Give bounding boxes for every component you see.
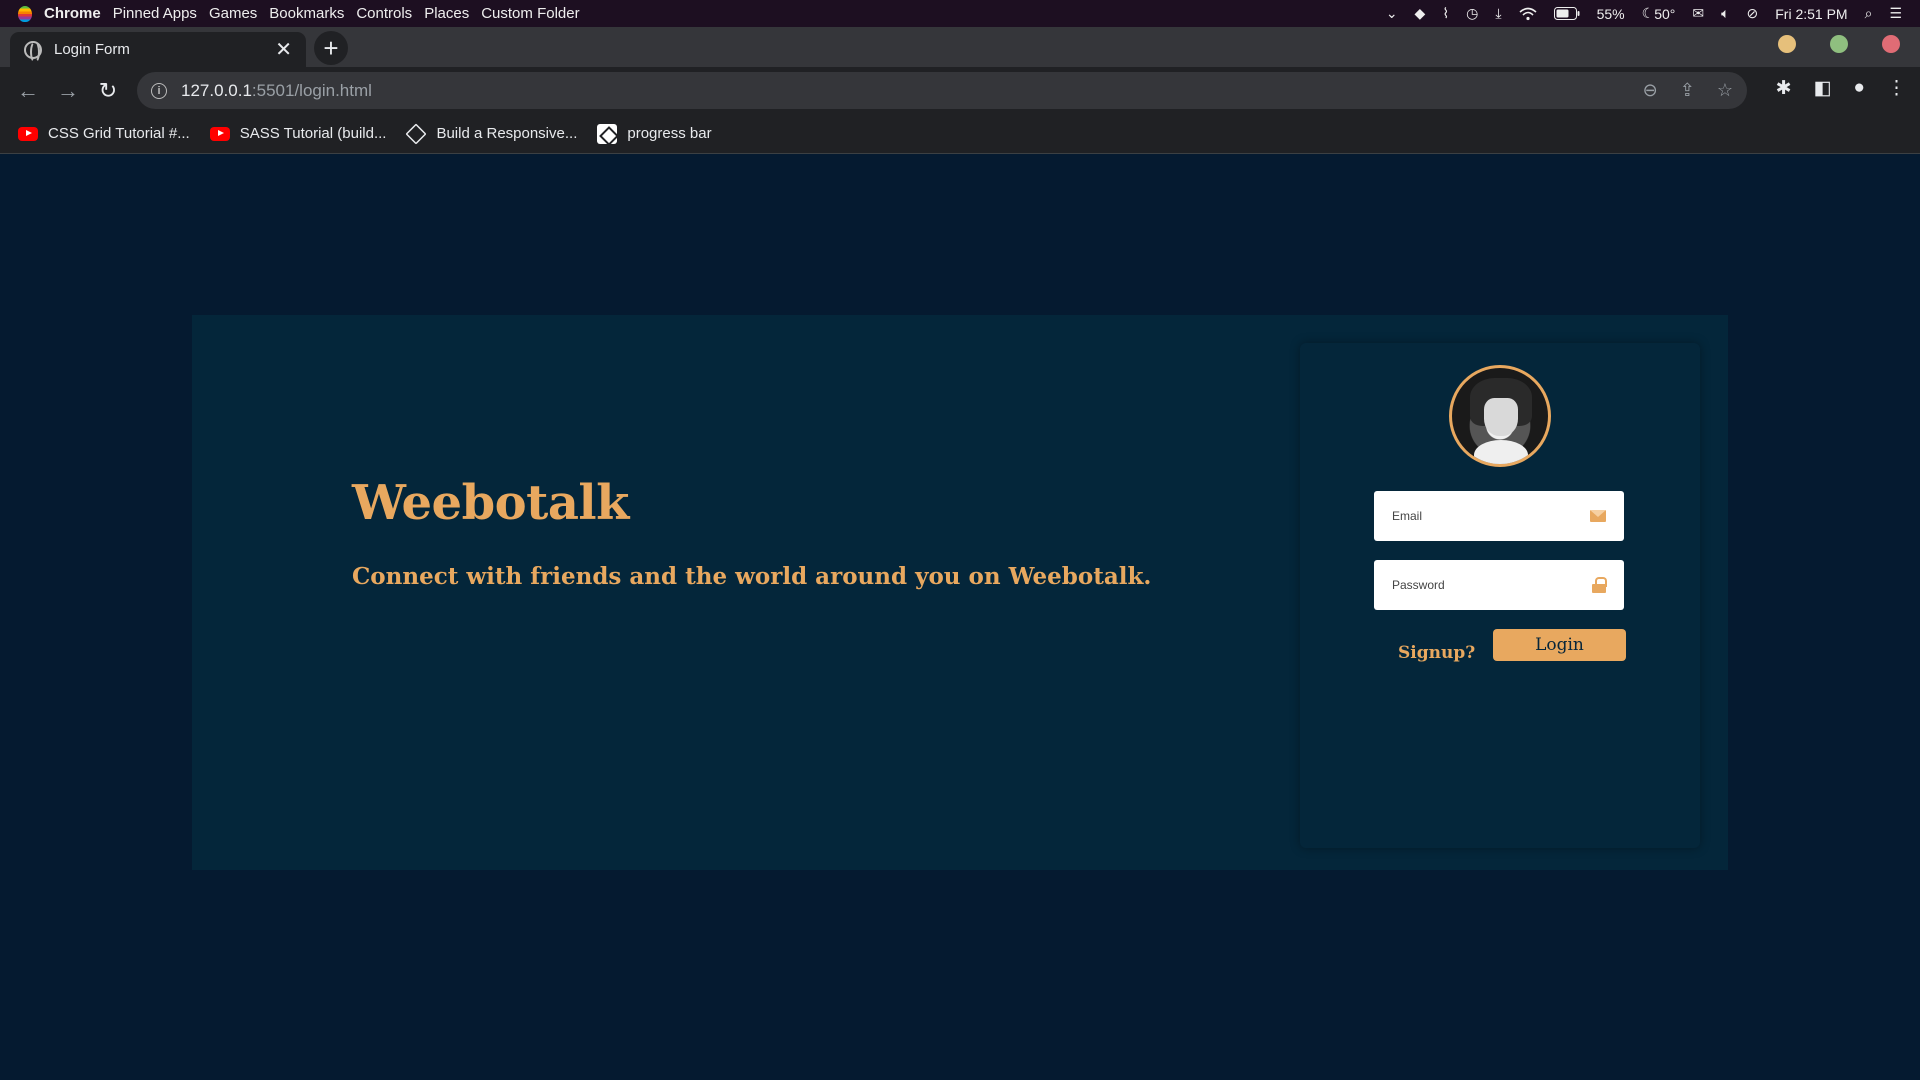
bookmark-label: progress bar: [627, 125, 712, 142]
share-icon[interactable]: ⇪: [1680, 80, 1695, 101]
download-icon[interactable]: ⤓: [1495, 5, 1501, 22]
menubar-item-bookmarks[interactable]: Bookmarks: [269, 5, 344, 22]
history-icon[interactable]: ◷: [1466, 5, 1478, 22]
login-card: Weebotalk Connect with friends and the w…: [192, 315, 1728, 870]
bookmark-label: SASS Tutorial (build...: [239, 125, 387, 142]
back-button[interactable]: ←: [8, 78, 48, 104]
weather-reading[interactable]: ☾ 50°: [1642, 5, 1676, 22]
menubar: Chrome Pinned Apps Games Bookmarks Contr…: [0, 0, 1920, 27]
menubar-item-pinned-apps[interactable]: Pinned Apps: [113, 5, 197, 22]
codepen-icon: [597, 123, 618, 144]
brand-tagline: Connect with friends and the world aroun…: [352, 563, 1152, 590]
menubar-item-controls[interactable]: Controls: [356, 5, 412, 22]
envelope-icon: [1590, 510, 1606, 522]
diamond-icon[interactable]: ◆: [1415, 5, 1426, 22]
maximize-window-button[interactable]: [1830, 35, 1848, 53]
zoom-icon[interactable]: ⊖: [1643, 80, 1658, 101]
password-field[interactable]: [1374, 560, 1624, 610]
wifi-icon[interactable]: [1519, 7, 1537, 21]
browser-toolbar: ← → ↻ i 127.0.0.1:5501/login.html ⊖ ⇪ ☆ …: [0, 67, 1920, 114]
bookmarks-bar: CSS Grid Tutorial #... SASS Tutorial (bu…: [0, 114, 1920, 154]
bookmark-label: Build a Responsive...: [436, 125, 578, 142]
reload-button[interactable]: ↻: [88, 78, 128, 104]
bookmark-label: CSS Grid Tutorial #...: [48, 125, 190, 142]
globe-icon: [24, 40, 42, 63]
new-tab-button[interactable]: +: [314, 31, 348, 65]
profile-icon[interactable]: ●: [1854, 77, 1865, 100]
tab-strip: Login Form ✕ +: [0, 27, 1920, 67]
menubar-clock[interactable]: Fri 2:51 PM: [1775, 6, 1847, 22]
battery-icon[interactable]: [1553, 7, 1580, 20]
youtube-icon: [209, 126, 230, 141]
mail-icon[interactable]: ✉: [1692, 5, 1704, 22]
login-button[interactable]: Login: [1493, 629, 1626, 661]
codepen-icon: [405, 122, 428, 145]
menubar-app-name[interactable]: Chrome: [44, 5, 101, 22]
email-field[interactable]: [1374, 491, 1624, 541]
control-center-icon[interactable]: ☰: [1889, 5, 1902, 22]
forward-button[interactable]: →: [48, 78, 88, 104]
bookmark-css-grid[interactable]: CSS Grid Tutorial #...: [18, 125, 190, 142]
email-input[interactable]: [1392, 509, 1590, 523]
password-input[interactable]: [1392, 578, 1592, 592]
paperclip-icon[interactable]: ⌇: [1442, 5, 1449, 22]
chevron-down-icon[interactable]: ⌄: [1386, 5, 1398, 22]
url-host: 127.0.0.1: [181, 80, 252, 100]
url-path: :5501/login.html: [251, 80, 372, 100]
side-panel-icon[interactable]: ◧: [1814, 77, 1832, 100]
tab-title: Login Form: [54, 41, 130, 58]
page-viewport: Weebotalk Connect with friends and the w…: [0, 155, 1920, 1080]
menu-kebab-icon[interactable]: ⋮: [1887, 77, 1906, 100]
weather-temp: 50°: [1654, 5, 1676, 22]
bookmark-sass-tutorial[interactable]: SASS Tutorial (build...: [209, 125, 387, 142]
menubar-item-games[interactable]: Games: [209, 5, 257, 22]
spotlight-search-icon[interactable]: ⌕: [1865, 5, 1873, 22]
brand-title: Weebotalk: [352, 475, 629, 531]
apple-icon[interactable]: [18, 5, 32, 22]
avatar-collar: [1474, 440, 1528, 464]
site-info-icon[interactable]: i: [151, 82, 167, 99]
tab-login-form[interactable]: Login Form ✕: [10, 32, 306, 67]
menubar-item-custom-folder[interactable]: Custom Folder: [481, 5, 579, 22]
signup-link[interactable]: Signup?: [1398, 643, 1475, 663]
extensions-icon[interactable]: ✱: [1776, 77, 1792, 100]
address-bar[interactable]: i 127.0.0.1:5501/login.html ⊖ ⇪ ☆: [137, 72, 1747, 109]
bookmark-progress-bar[interactable]: progress bar: [597, 123, 712, 144]
close-window-button[interactable]: [1882, 35, 1900, 53]
avatar-face: [1484, 398, 1518, 436]
close-tab-icon[interactable]: ✕: [275, 37, 292, 62]
volume-icon[interactable]: 🔈︎: [1721, 5, 1729, 22]
menubar-item-places[interactable]: Places: [424, 5, 469, 22]
avatar: [1449, 365, 1551, 467]
battery-percent: 55%: [1596, 5, 1625, 22]
bookmark-star-icon[interactable]: ☆: [1717, 80, 1733, 101]
bookmark-build-responsive[interactable]: Build a Responsive...: [405, 122, 578, 145]
minimize-window-button[interactable]: [1778, 35, 1796, 53]
login-panel: Signup? Login: [1300, 343, 1700, 848]
notifications-off-icon[interactable]: ⊘: [1747, 5, 1759, 22]
youtube-icon: [18, 126, 38, 141]
moon-icon: ☾: [1641, 5, 1655, 21]
lock-icon: [1592, 577, 1607, 593]
